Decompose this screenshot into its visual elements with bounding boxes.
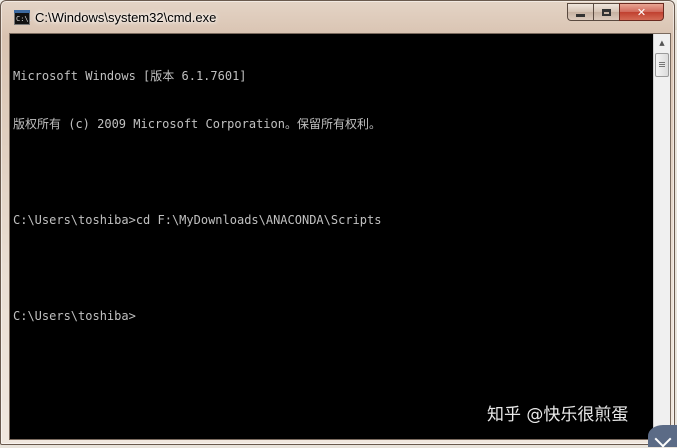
minimize-icon [576,13,585,17]
close-button[interactable]: ✕ [619,3,664,21]
scroll-thumb[interactable] [655,53,669,77]
maximize-button[interactable] [593,3,619,21]
minimize-button[interactable] [567,3,593,21]
console-line: C:\Users\toshiba>cd F:\MyDownloads\ANACO… [13,213,382,227]
maximize-icon [602,8,611,16]
vertical-scrollbar[interactable]: ▲ [653,34,670,439]
caption-buttons: ✕ [567,3,664,23]
console-line: Microsoft Windows [版本 6.1.7601] [13,69,247,83]
scroll-up-arrow-icon[interactable]: ▲ [655,35,669,51]
console-line: 版权所有 (c) 2009 Microsoft Corporation。保留所有… [13,117,381,131]
console-prompt-line: C:\Users\toshiba> [13,309,136,323]
title-bar[interactable]: C:\. C:\Windows\system32\cmd.exe ✕ [1,1,674,33]
cmd-window: C:\. C:\Windows\system32\cmd.exe ✕ Micro… [0,0,675,445]
close-icon: ✕ [636,5,647,19]
chevron-icon[interactable] [648,425,677,447]
window-title: C:\Windows\system32\cmd.exe [35,10,217,25]
console-area[interactable]: Microsoft Windows [版本 6.1.7601] 版权所有 (c)… [9,33,671,440]
watermark: 知乎 @快乐很煎蛋 [487,405,629,425]
console-output[interactable]: Microsoft Windows [版本 6.1.7601] 版权所有 (c)… [13,36,653,436]
grip-icon [659,62,665,63]
cmd-icon[interactable]: C:\. [14,10,33,25]
